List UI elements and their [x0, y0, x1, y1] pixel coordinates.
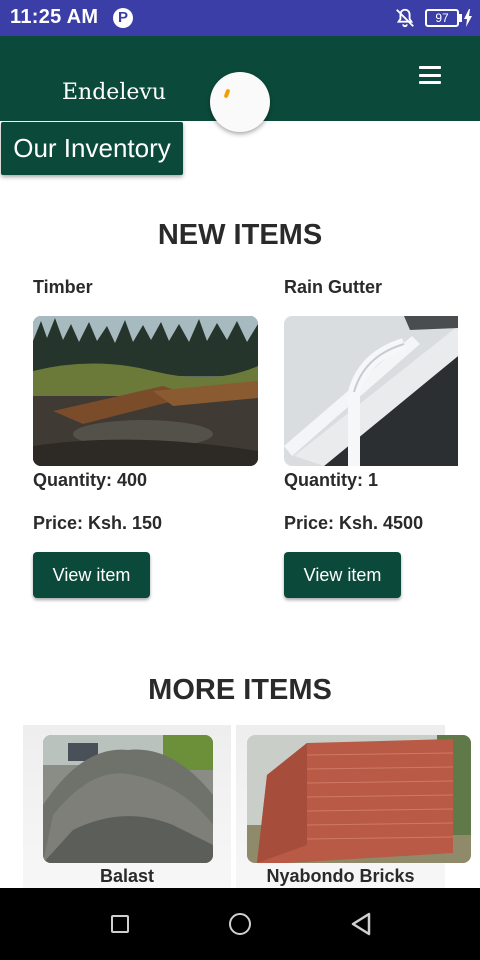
recent-apps-icon[interactable]	[111, 915, 129, 933]
notification-letter: P	[118, 9, 129, 26]
timber-image	[33, 316, 258, 466]
p-notification-icon: P	[113, 8, 133, 28]
status-time: 11:25 AM	[10, 6, 99, 28]
more-item-name: Nyabondo Bricks	[266, 866, 415, 886]
more-item-name: Balast	[99, 866, 155, 886]
item-name: Rain Gutter	[284, 277, 383, 297]
new-items-title: NEW ITEMS	[157, 219, 323, 251]
battery-level: 97	[435, 11, 449, 25]
system-nav-bar	[0, 888, 480, 960]
menu-icon[interactable]	[419, 66, 441, 84]
battery-icon: 97	[425, 9, 459, 27]
battery-cap	[459, 14, 462, 22]
item-name: Timber	[33, 277, 93, 297]
view-item-button[interactable]: View item	[284, 552, 401, 598]
more-item-card[interactable]: Balast	[23, 725, 231, 890]
status-bar: 11:25 AM P 97	[0, 0, 480, 36]
item-price: Price: Ksh. 150	[33, 513, 163, 533]
bell-off-icon	[396, 8, 414, 28]
balast-image	[43, 735, 213, 863]
loading-spinner-icon	[210, 72, 270, 132]
bricks-image	[247, 735, 471, 863]
rain-gutter-image	[284, 316, 458, 466]
back-icon[interactable]	[350, 912, 372, 936]
view-item-button[interactable]: View item	[33, 552, 150, 598]
more-item-card[interactable]: Nyabondo Bricks	[236, 725, 471, 890]
item-quantity: Quantity: 1	[284, 470, 379, 490]
brand-logo[interactable]: Endelevu	[62, 80, 166, 105]
more-items-title: MORE ITEMS	[148, 674, 332, 706]
home-icon[interactable]	[229, 913, 251, 935]
page-title-badge: Our Inventory	[1, 122, 183, 175]
item-price: Price: Ksh. 4500	[284, 513, 424, 533]
item-quantity: Quantity: 400	[33, 470, 148, 490]
charging-bolt-icon	[464, 9, 472, 27]
